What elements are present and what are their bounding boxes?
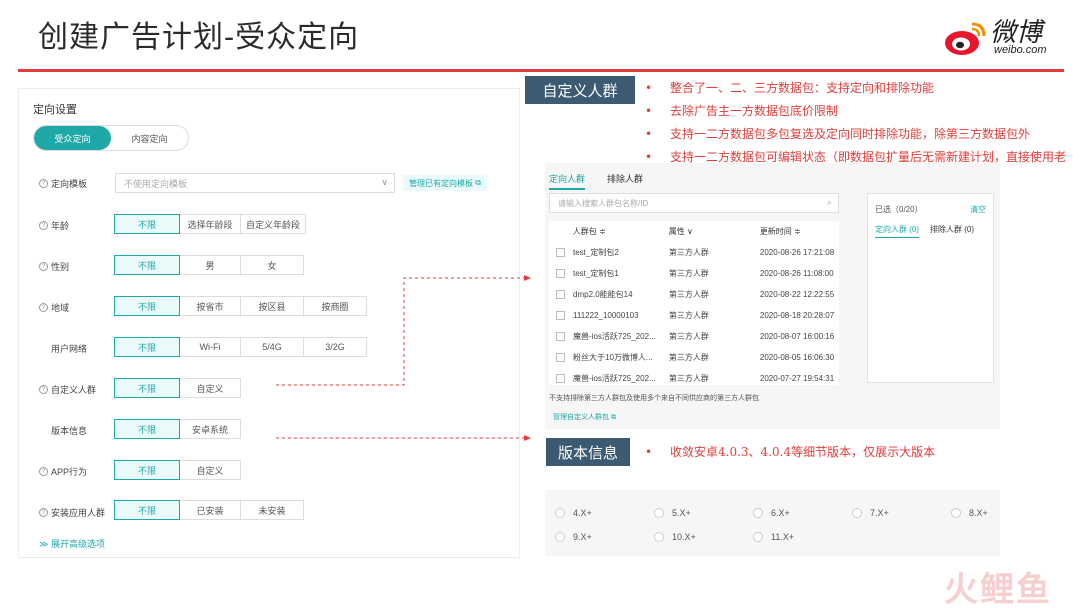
custom-crowd-arrow — [276, 277, 525, 386]
installed-app-unlimited-option[interactable]: 不限 — [114, 500, 180, 520]
app-behavior-unlimited-option[interactable]: 不限 — [114, 460, 180, 480]
network-unlimited-option[interactable]: 不限 — [114, 337, 180, 357]
gender-unlimited-option[interactable]: 不限 — [114, 255, 180, 275]
age-unlimited-option[interactable]: 不限 — [114, 214, 180, 234]
watermark: 火鲤鱼 — [944, 571, 1052, 608]
custom-crowd-unlimited-option[interactable]: 不限 — [114, 378, 180, 398]
version-unlimited-option[interactable]: 不限 — [114, 419, 180, 439]
region-unlimited-option[interactable]: 不限 — [114, 296, 180, 316]
arrowhead — [524, 275, 531, 281]
arrowhead — [524, 435, 531, 441]
